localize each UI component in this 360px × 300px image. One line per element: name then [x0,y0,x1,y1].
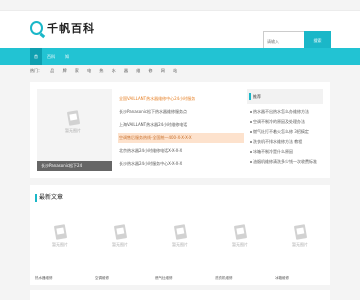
side-list: 热水器不出热水怎么办维修方法 空调不制冷的原因及处理办法 燃气灶打不着火怎么修 … [247,104,323,167]
image-placeholder-icon [233,224,247,240]
nav-item-baike[interactable]: 百科 [44,48,58,65]
hot-keyword[interactable]: 维 [136,68,140,73]
article-card-caption[interactable]: 燃气灶维修 [155,276,173,281]
headline-list: 全国VAILLANT热水器维修中心24小时服务 长沙Panasonic松下热水器… [118,94,244,172]
article-card-caption[interactable]: 空调维修 [95,276,109,281]
image-placeholder-label: 暂无图片 [65,128,81,133]
headline-item[interactable]: 长沙热水器24小时服务中心X-X-X-X [118,159,244,169]
image-placeholder-icon [66,110,80,126]
hot-keywords-bar: 热门： 品 牌 家 电 热 水 器 维 修 网 站 [30,65,330,77]
panel-title: 最新文章 [35,194,63,202]
image-placeholder-label: 暂无图片 [52,242,68,247]
side-list-item[interactable]: 热水器不出热水怎么办维修方法 [247,107,323,117]
nav-item-zhishi[interactable]: 知 [60,48,74,65]
top-bar [0,0,360,11]
image-placeholder-icon [173,224,187,240]
featured-caption[interactable]: 长沙Panasonic松下24 [37,161,112,171]
article-card-image[interactable]: 暂无图片 [292,224,308,248]
image-placeholder-label: 暂无图片 [232,242,248,247]
featured-image[interactable]: 暂无图片 长沙Panasonic松下24 [37,89,112,171]
headline-item[interactable]: 全国VAILLANT热水器维修中心24小时服务 [118,94,244,104]
hot-keyword[interactable]: 牌 [63,68,67,73]
hot-keyword[interactable]: 品 [50,68,54,73]
hot-keyword[interactable]: 水 [112,68,116,73]
side-recommend: 推荐 热水器不出热水怎么办维修方法 空调不制冷的原因及处理办法 燃气灶打不着火怎… [247,89,323,167]
logo-q-icon [30,21,43,35]
article-card-caption[interactable]: 冰箱维修 [275,276,289,281]
main-nav: 首 百科 知 [0,48,360,65]
side-list-item[interactable]: 燃气灶打不着火怎么修 3招搞定 [247,127,323,137]
brand-name: 千帆百科 [47,22,95,35]
image-placeholder-label: 暂无图片 [292,242,308,247]
site-header: 千帆百科 搜索 [0,11,360,51]
side-list-item[interactable]: 油烟机维修清洗多少钱一次收费标准 [247,157,323,167]
article-card-caption[interactable]: 热水器维修 [35,276,53,281]
hot-keyword[interactable]: 修 [149,68,153,73]
image-placeholder-icon [113,224,127,240]
hot-keyword[interactable]: 家 [75,68,79,73]
nav-item-home[interactable]: 首 [30,48,42,65]
hot-keyword[interactable]: 器 [124,68,128,73]
image-placeholder-label: 暂无图片 [112,242,128,247]
article-card-image[interactable]: 暂无图片 [52,224,68,248]
image-placeholder: 暂无图片 [65,110,81,134]
image-placeholder-icon [293,224,307,240]
hot-keyword[interactable]: 站 [173,68,177,73]
headline-item[interactable]: 北京热水器24小时维修电话X-X-X-X [118,146,244,156]
side-list-item[interactable]: 冰箱不制冷是什么原因 [247,147,323,157]
side-title: 推荐 [247,89,323,104]
image-placeholder-icon [53,224,67,240]
article-card-image[interactable]: 暂无图片 [232,224,248,248]
headline-item[interactable]: 上海VAILLANT热水器24小时维修电话 [118,120,244,130]
nav-item-4[interactable] [76,48,86,65]
latest-articles-panel: 最新文章 暂无图片 热水器维修 暂无图片 空调维修 暂无图片 燃气灶维修 暂无图… [30,185,330,285]
hot-keyword[interactable]: 网 [161,68,165,73]
side-list-item[interactable]: 洗衣机不排水维修方法 教程 [247,137,323,147]
image-placeholder-label: 暂无图片 [172,242,188,247]
article-card-image[interactable]: 暂无图片 [112,224,128,248]
hot-keyword[interactable]: 电 [87,68,91,73]
featured-section: 暂无图片 长沙Panasonic松下24 全国VAILLANT热水器维修中心24… [30,82,330,178]
hot-keyword[interactable]: 热 [99,68,103,73]
article-card-caption[interactable]: 洗衣机维修 [215,276,233,281]
next-section-edge [30,290,330,300]
article-card-image[interactable]: 暂无图片 [172,224,188,248]
headline-item-highlighted[interactable]: 空调售后服务热线-全国统一400-X-X-X-X [118,133,244,143]
headline-item[interactable]: 长沙Panasonic松下热水器维修服务点 [118,107,244,117]
site-logo[interactable]: 千帆百科 [30,20,95,36]
hot-label: 热门： [30,68,42,73]
side-list-item[interactable]: 空调不制冷的原因及处理办法 [247,117,323,127]
nav-item-5[interactable] [88,48,98,65]
